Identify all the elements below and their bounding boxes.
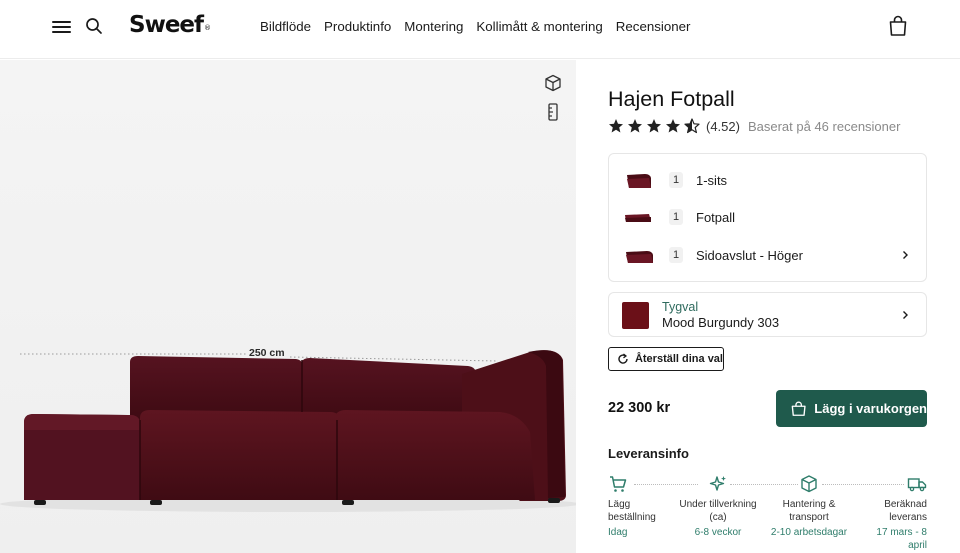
nav-montering[interactable]: Montering <box>404 19 463 34</box>
timeline-connector <box>634 484 698 485</box>
rating-value: (4.52) <box>706 118 740 134</box>
shopping-bag-icon <box>791 401 806 416</box>
price: 22 300 kr <box>608 400 671 416</box>
part-item[interactable]: 1 Sidoavslut - Höger <box>609 237 926 273</box>
star-icon <box>666 119 680 133</box>
add-to-cart-button[interactable]: Lägg i varukorgen <box>776 390 927 427</box>
star-icon <box>647 119 661 133</box>
rating[interactable]: (4.52) Baserat på 46 recensioner <box>608 118 900 134</box>
star-icon <box>628 119 642 133</box>
product-panel: Hajen Fotpall (4.52) Baserat på 46 recen… <box>576 60 960 553</box>
rating-count: Baserat på 46 recensioner <box>747 118 901 134</box>
step-subtitle: 17 mars - 8 april <box>876 527 927 551</box>
step-subtitle: 6-8 veckor <box>694 527 742 538</box>
part-thumbnail <box>625 214 651 222</box>
part-thumbnail <box>626 251 653 263</box>
step-subtitle: Idag <box>608 527 628 538</box>
box-icon <box>801 475 817 493</box>
timeline-connector <box>822 484 904 485</box>
step-title: Lägg beställning <box>608 499 656 523</box>
dimension-label: 250 cm <box>249 347 285 359</box>
chevron-right-icon[interactable] <box>901 250 909 260</box>
refresh-icon <box>618 353 628 364</box>
timeline-connector <box>730 484 798 485</box>
delivery-title: Leveransinfo <box>608 446 689 461</box>
add-to-cart-label: Lägg i varukorgen <box>814 401 927 416</box>
star-icon <box>609 119 623 133</box>
sparkle-icon <box>709 476 726 491</box>
part-item[interactable]: 1 Fotpall <box>609 199 926 235</box>
nav-produktinfo[interactable]: Produktinfo <box>324 19 391 34</box>
parts-list[interactable]: 1 1-sits 1 Fotpall 1 Sidoavslut - Höger <box>608 153 927 282</box>
reset-button[interactable]: Återställ dina val <box>608 347 724 371</box>
fabric-value: Mood Burgundy 303 <box>662 315 780 330</box>
shopping-bag-icon[interactable] <box>888 15 908 37</box>
star-half-icon <box>684 118 700 134</box>
step-title: Beräknad leverans <box>884 499 927 523</box>
nav-recensioner[interactable]: Recensioner <box>616 19 691 34</box>
fabric-selector[interactable]: Tygval Mood Burgundy 303 <box>608 292 927 337</box>
part-quantity: 1 <box>669 247 683 263</box>
part-thumbnail <box>627 174 651 188</box>
reset-label: Återställ dina val <box>634 353 723 365</box>
fabric-label: Tygval <box>662 300 699 314</box>
product-title: Hajen Fotpall <box>608 87 735 111</box>
step-title: Hantering & transport <box>782 499 836 523</box>
part-name: 1-sits <box>696 172 728 188</box>
truck-icon <box>907 478 927 492</box>
step-title: Under tillverkning (ca) <box>679 499 757 523</box>
site-header: Sweef® Bildflöde Produktinfo Montering K… <box>0 0 960 59</box>
product-viewer[interactable]: 250 cm <box>0 60 576 553</box>
chevron-right-icon[interactable] <box>901 310 909 320</box>
cart-icon <box>610 476 627 492</box>
part-quantity: 1 <box>669 209 683 225</box>
part-quantity: 1 <box>669 172 683 188</box>
sofa-image <box>0 350 576 512</box>
nav-kollimatt[interactable]: Kollimått & montering <box>476 19 602 34</box>
search-icon[interactable] <box>85 17 103 35</box>
main-nav: Bildflöde Produktinfo Montering Kollimåt… <box>260 19 703 34</box>
logo[interactable]: Sweef® <box>129 12 211 38</box>
rating-stars <box>608 118 700 134</box>
menu-icon[interactable] <box>52 20 71 34</box>
part-name: Fotpall <box>696 209 736 225</box>
part-item[interactable]: 1 1-sits <box>609 162 926 198</box>
part-name: Sidoavslut - Höger <box>696 247 803 263</box>
step-subtitle: 2-10 arbetsdagar <box>770 527 848 538</box>
nav-bildflode[interactable]: Bildflöde <box>260 19 311 34</box>
fabric-swatch <box>622 302 649 329</box>
